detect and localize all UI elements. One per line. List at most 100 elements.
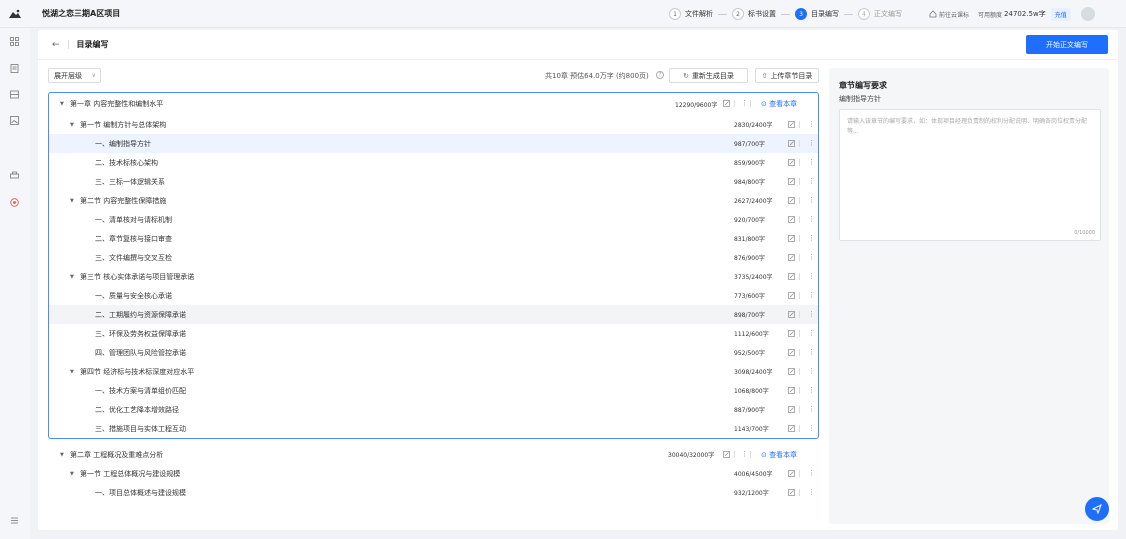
edit-icon[interactable] (788, 311, 795, 318)
item-row[interactable]: 二、章节复核与接口审查 831/800字 ⋮ (49, 229, 818, 248)
item-row[interactable]: 一、质量与安全核心承诺 773/600字 ⋮ (49, 286, 818, 305)
more-icon[interactable]: ⋮ (808, 215, 815, 223)
item-row[interactable]: 一、技术方案与清单组价匹配 1068/800字 ⋮ (49, 381, 818, 400)
more-icon[interactable]: ⋮ (808, 291, 815, 299)
section-row[interactable]: ▼ 第四节 经济标与技术标深度对应水平 3098/2400字 ⋮ (49, 362, 818, 381)
edit-icon[interactable] (788, 292, 795, 299)
more-icon[interactable]: ⋮ (808, 386, 815, 394)
print-icon[interactable] (10, 171, 19, 180)
requirements-textarea[interactable]: 请输入该章节的编写要求，如：体现项目经理负责制的权利分配说明、明确各岗位权责分配… (839, 109, 1101, 241)
edit-icon[interactable] (788, 121, 795, 128)
edit-icon[interactable] (788, 235, 795, 242)
edit-icon[interactable] (788, 178, 795, 185)
edit-icon[interactable] (723, 451, 730, 458)
section-row[interactable]: ▼ 第二节 内容完整性保障措施 2627/2400字 ⋮ (49, 191, 818, 210)
back-button[interactable]: ← (52, 40, 60, 50)
more-icon[interactable]: ⋮ (808, 234, 815, 242)
more-icon[interactable]: ⋮ (808, 348, 815, 356)
step-body-writing[interactable]: 4 正文编写 (858, 8, 902, 20)
caret-down-icon[interactable]: ▼ (70, 198, 74, 204)
caret-down-icon[interactable]: ▼ (60, 101, 64, 107)
help-icon[interactable]: ? (656, 71, 664, 79)
edit-icon[interactable] (788, 368, 795, 375)
view-chapter-link[interactable]: ⊙ 查看本章 (761, 99, 797, 109)
more-icon[interactable]: ⋮ (808, 424, 815, 432)
more-icon[interactable]: ⋮ (741, 99, 748, 107)
edit-icon[interactable] (788, 140, 795, 147)
section-row[interactable]: ▼ 第一节 工程总体概况与建设规模 4006/4500字 ⋮ (48, 464, 819, 483)
item-title: 三、环保及劳务权益保障承诺 (95, 329, 186, 338)
start-body-writing-button[interactable]: 开始正文编写 (1026, 35, 1108, 54)
item-row[interactable]: 二、优化工艺降本增效路径 887/900字 ⋮ (49, 400, 818, 419)
regenerate-toc-button[interactable]: ↻ 重新生成目录 (669, 68, 748, 83)
view-chapter-link[interactable]: ⊙ 查看本章 (761, 450, 797, 460)
item-row[interactable]: 三、环保及劳务权益保障承诺 1112/600字 ⋮ (49, 324, 818, 343)
more-icon[interactable]: ⋮ (808, 367, 815, 375)
item-row[interactable]: 三、措施项目与实体工程互动 1143/700字 ⋮ (49, 419, 818, 438)
item-row[interactable]: 一、清单核对与请标机制 920/700字 ⋮ (49, 210, 818, 229)
more-icon[interactable]: ⋮ (808, 272, 815, 280)
more-icon[interactable]: ⋮ (808, 310, 815, 318)
recharge-button[interactable]: 充值 (1050, 7, 1071, 21)
step-bid-settings[interactable]: 2 标书设置 (732, 8, 776, 20)
more-icon[interactable]: ⋮ (808, 177, 815, 185)
edit-icon[interactable] (788, 216, 795, 223)
caret-down-icon[interactable]: ▼ (70, 369, 74, 375)
item-row[interactable]: 二、技术标核心架构 859/900字 ⋮ (49, 153, 818, 172)
caret-down-icon[interactable]: ▼ (70, 274, 74, 280)
avatar[interactable] (1080, 7, 1095, 21)
word-count: 30040/32000字 (668, 452, 715, 459)
send-icon (1092, 504, 1102, 514)
project-title: 悦湖之恋三期A区项目 (42, 9, 121, 18)
more-icon[interactable]: ⋮ (808, 196, 815, 204)
chapter-row[interactable]: ▼ 第二章 工程概况及重难点分析 30040/32000字 ⋮ ⊙ 查看本章 (48, 445, 819, 464)
edit-icon[interactable] (788, 489, 795, 496)
document-icon[interactable] (10, 64, 19, 73)
grid-icon[interactable] (10, 37, 19, 46)
item-row[interactable]: 一、编制指导方针 987/700字 ⋮ (49, 134, 818, 153)
more-icon[interactable]: ⋮ (808, 405, 815, 413)
more-icon[interactable]: ⋮ (808, 253, 815, 261)
caret-down-icon[interactable]: ▼ (70, 122, 74, 128)
more-icon[interactable]: ⋮ (808, 329, 815, 337)
item-row[interactable]: 三、文件编撰与交叉互检 876/900字 ⋮ (49, 248, 818, 267)
more-icon[interactable]: ⋮ (808, 139, 815, 147)
more-icon[interactable]: ⋮ (808, 488, 815, 496)
more-icon[interactable]: ⋮ (741, 450, 748, 458)
section-row[interactable]: ▼ 第一节 编制方针与总体架构 2830/2400字 ⋮ (49, 115, 818, 134)
edit-icon[interactable] (788, 330, 795, 337)
step-file-parse[interactable]: 1 文件解析 (669, 8, 713, 20)
cloud-link[interactable]: 前往云课标 (929, 10, 969, 19)
caret-down-icon[interactable]: ▼ (60, 452, 64, 458)
step-toc-writing[interactable]: 3 目录编写 (795, 8, 839, 20)
edit-icon[interactable] (788, 254, 795, 261)
edit-icon[interactable] (788, 273, 795, 280)
target-icon[interactable] (10, 198, 19, 207)
more-icon[interactable]: ⋮ (808, 120, 815, 128)
image-icon[interactable] (10, 116, 19, 125)
item-row[interactable]: 二、工期履约与资源保障承诺 898/700字 ⋮ (49, 305, 818, 324)
collapse-icon[interactable] (10, 516, 19, 525)
caret-down-icon[interactable]: ▼ (70, 471, 74, 477)
section-row[interactable]: ▼ 第三节 核心实体承诺与项目管理承诺 3735/2400字 ⋮ (49, 267, 818, 286)
step-label: 标书设置 (748, 10, 776, 18)
assistant-fab[interactable] (1085, 497, 1109, 521)
more-icon[interactable]: ⋮ (808, 158, 815, 166)
expand-level-dropdown[interactable]: 展开层级 ∨ (48, 68, 101, 83)
edit-icon[interactable] (788, 197, 795, 204)
logo-icon[interactable] (0, 0, 30, 28)
edit-icon[interactable] (788, 470, 795, 477)
edit-icon[interactable] (788, 425, 795, 432)
item-row[interactable]: 三、三标一体逻辑关系 984/800字 ⋮ (49, 172, 818, 191)
more-icon[interactable]: ⋮ (808, 469, 815, 477)
edit-icon[interactable] (788, 406, 795, 413)
upload-toc-button[interactable]: ⇧ 上传章节目录 (755, 68, 819, 83)
list-icon[interactable] (10, 90, 19, 99)
item-row[interactable]: 四、管理团队与风险管控承诺 952/500字 ⋮ (49, 343, 818, 362)
edit-icon[interactable] (788, 159, 795, 166)
chapter-row[interactable]: ▼ 第一章 内容完整性和编制水平 12290/9600字 ⋮ ⊙ 查看本章 (49, 93, 818, 115)
edit-icon[interactable] (723, 100, 730, 107)
item-row[interactable]: 一、项目总体概述与建设规模 932/1200字 ⋮ (48, 483, 819, 502)
edit-icon[interactable] (788, 349, 795, 356)
edit-icon[interactable] (788, 387, 795, 394)
